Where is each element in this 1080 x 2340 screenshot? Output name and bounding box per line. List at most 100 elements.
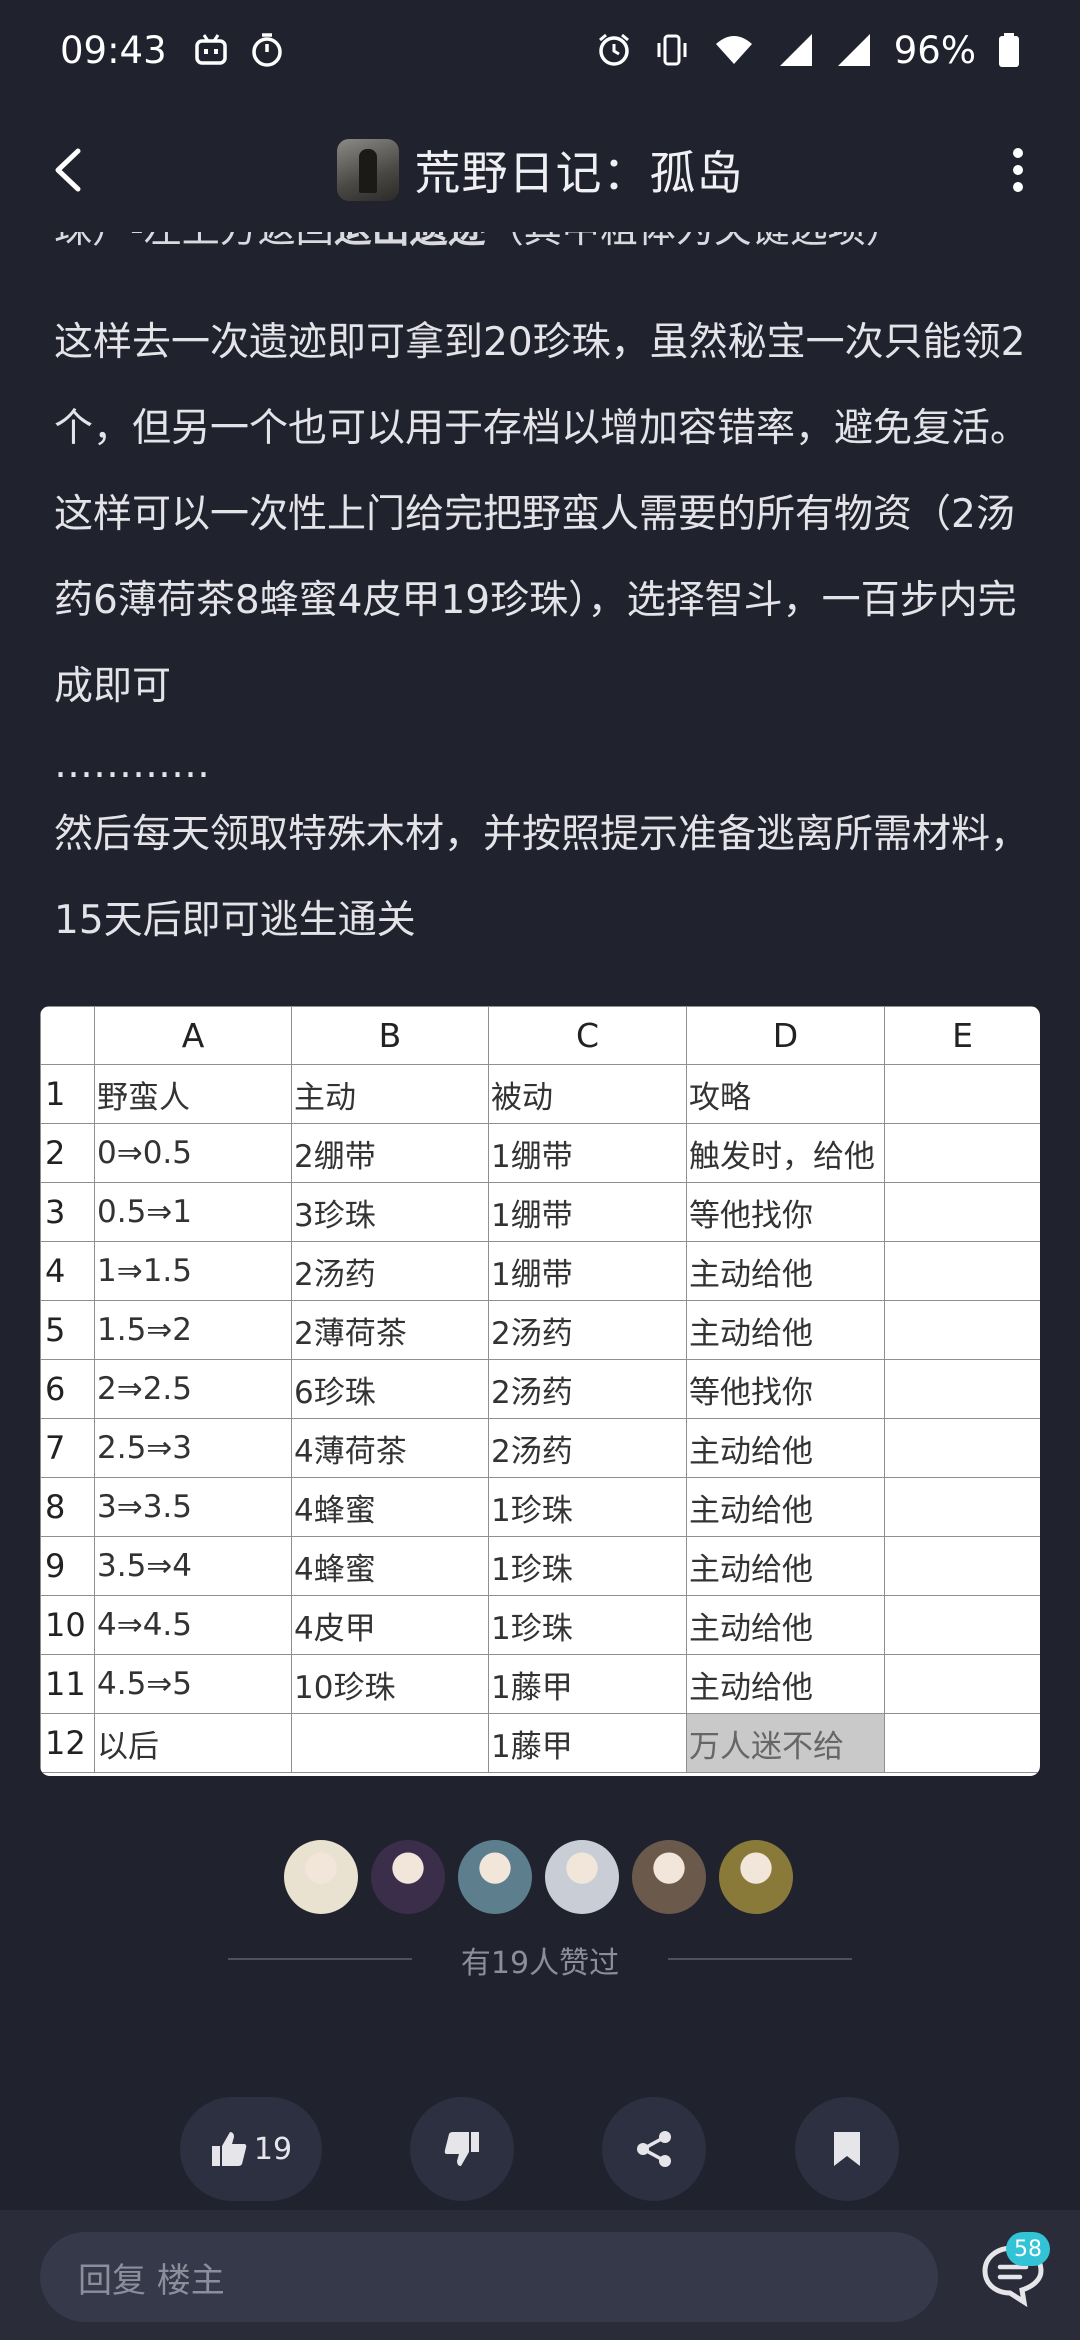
table-row: 10 4⇒4.5 4皮甲 1珍珠 主动给他: [40, 1595, 1040, 1655]
like-count: 19: [253, 2131, 293, 2167]
avatar[interactable]: [371, 1840, 445, 1914]
divider: [668, 1958, 852, 1960]
status-time: 09:43: [60, 28, 167, 72]
battery-percent: 96%: [893, 28, 976, 72]
wifi-icon: [715, 36, 752, 64]
corner-cell: [40, 1006, 95, 1065]
reply-bar: 回复 楼主: [0, 2210, 1080, 2340]
table-row: 9 3.5⇒4 4蜂蜜 1珍珠 主动给他: [40, 1536, 1040, 1596]
table-cell: 1珍珠: [488, 1536, 687, 1596]
table-cell: [884, 1536, 1040, 1596]
table-cell: 3珍珠: [291, 1182, 489, 1242]
row-number: 4: [40, 1241, 95, 1301]
table-row: 11 4.5⇒5 10珍珠 1藤甲 主动给他: [40, 1654, 1040, 1714]
table-cell: 1藤甲: [488, 1654, 687, 1714]
table-cell: 触发时，给他: [686, 1123, 885, 1183]
table-cell: 野蛮人: [94, 1064, 292, 1124]
row-number: 6: [40, 1359, 95, 1419]
avatar[interactable]: [719, 1840, 793, 1914]
table-cell: [884, 1654, 1040, 1714]
table-cell: 2汤药: [291, 1241, 489, 1301]
table-row: 5 1.5⇒2 2薄荷茶 2汤药 主动给他: [40, 1300, 1040, 1360]
table-cell: 4⇒4.5: [94, 1595, 292, 1655]
page-title[interactable]: 荒野日记：孤岛: [415, 137, 744, 203]
table-cell: 4.5⇒5: [94, 1654, 292, 1714]
avatar[interactable]: [284, 1840, 358, 1914]
table-cell: 1珍珠: [488, 1477, 687, 1537]
row-number: 3: [40, 1182, 95, 1242]
row-number: 7: [40, 1418, 95, 1478]
table-row: 7 2.5⇒3 4薄荷茶 2汤药 主动给他: [40, 1418, 1040, 1478]
likes-summary[interactable]: 有19人赞过: [0, 1938, 1080, 1981]
game-icon[interactable]: [336, 139, 399, 201]
table-cell: 主动给他: [686, 1241, 885, 1301]
table-row: 2 0⇒0.5 2绷带 1绷带 触发时，给他: [40, 1123, 1040, 1183]
column-header: C: [488, 1006, 687, 1065]
dislike-button[interactable]: [410, 2097, 514, 2201]
bilibili-icon: [194, 34, 227, 65]
table-cell: 2汤药: [488, 1300, 687, 1360]
post-paragraph: 这样去一次遗迹即可拿到20珍珠，虽然秘宝一次只能领2个，但另一个也可以用于存档以…: [54, 320, 1030, 709]
table-cell: 1绷带: [488, 1182, 687, 1242]
table-cell: [884, 1300, 1040, 1360]
table-cell: 攻略: [686, 1064, 885, 1124]
row-number: 1: [40, 1064, 95, 1124]
column-header: E: [884, 1006, 1040, 1065]
row-number: 11: [40, 1654, 95, 1714]
table-cell: [291, 1713, 489, 1773]
likes-text: 有19人赞过: [460, 1946, 620, 1981]
share-button[interactable]: [602, 2097, 706, 2201]
table-cell: 2汤药: [488, 1359, 687, 1419]
bookmark-button[interactable]: [795, 2097, 899, 2201]
table-cell: 1.5⇒2: [94, 1300, 292, 1360]
table-cell: 主动给他: [686, 1536, 885, 1596]
table-row: 3 0.5⇒1 3珍珠 1绷带 等他找你: [40, 1182, 1040, 1242]
table-cell: 2.5⇒3: [94, 1418, 292, 1478]
column-header: D: [686, 1006, 885, 1065]
table-cell: 3.5⇒4: [94, 1536, 292, 1596]
avatar[interactable]: [545, 1840, 619, 1914]
signal-icon: [779, 34, 812, 66]
row-number: 9: [40, 1536, 95, 1596]
avatar[interactable]: [632, 1840, 706, 1914]
comment-count-badge: 58: [1006, 2232, 1050, 2266]
battery-icon: [999, 33, 1019, 67]
table-cell: 2薄荷茶: [291, 1300, 489, 1360]
table-cell: 等他找你: [686, 1359, 885, 1419]
avatar[interactable]: [458, 1840, 532, 1914]
table-cell: 1⇒1.5: [94, 1241, 292, 1301]
table-row: 8 3⇒3.5 4蜂蜜 1珍珠 主动给他: [40, 1477, 1040, 1537]
table-cell: 2绷带: [291, 1123, 489, 1183]
table-cell: 主动: [291, 1064, 489, 1124]
table-cell: [884, 1595, 1040, 1655]
sheet-header-row: A B C D E: [40, 1006, 1040, 1065]
table-cell: 2⇒2.5: [94, 1359, 292, 1419]
row-number: 12: [40, 1713, 95, 1773]
reply-input[interactable]: 回复 楼主: [40, 2232, 938, 2322]
like-button[interactable]: 19: [180, 2097, 322, 2201]
table-cell: 主动给他: [686, 1654, 885, 1714]
back-button[interactable]: [30, 132, 106, 208]
table-row: 4 1⇒1.5 2汤药 1绷带 主动给他: [40, 1241, 1040, 1301]
liker-avatars[interactable]: [284, 1840, 793, 1914]
table-cell: 4皮甲: [291, 1595, 489, 1655]
table-cell: 主动给他: [686, 1418, 885, 1478]
column-header: B: [291, 1006, 489, 1065]
row-number: 8: [40, 1477, 95, 1537]
table-cell: 主动给他: [686, 1477, 885, 1537]
post-ellipsis: …………: [54, 742, 210, 787]
table-cell: 主动给他: [686, 1300, 885, 1360]
table-cell: [884, 1123, 1040, 1183]
spreadsheet-table: A B C D E 1 野蛮人 主动 被动 攻略 2 0⇒0.5 2绷带 1绷带 触发时，给他 3 0…: [40, 1006, 1040, 1773]
table-cell: 主动给他: [686, 1595, 885, 1655]
table-cell: 以后: [94, 1713, 292, 1773]
table-cell: 10珍珠: [291, 1654, 489, 1714]
spreadsheet-image[interactable]: A B C D E 1 野蛮人 主动 被动 攻略 2 0⇒0.5 2绷带 1绷带 触发时，给他 3 0…: [40, 1006, 1040, 1776]
row-number: 10: [40, 1595, 95, 1655]
more-button[interactable]: [980, 132, 1056, 208]
table-cell: 3⇒3.5: [94, 1477, 292, 1537]
thumbs-up-icon: [211, 2132, 247, 2166]
share-icon: [637, 2131, 671, 2167]
cut-line-prefix: 珠）-左上方返回: [54, 232, 334, 251]
column-header: A: [94, 1006, 292, 1065]
